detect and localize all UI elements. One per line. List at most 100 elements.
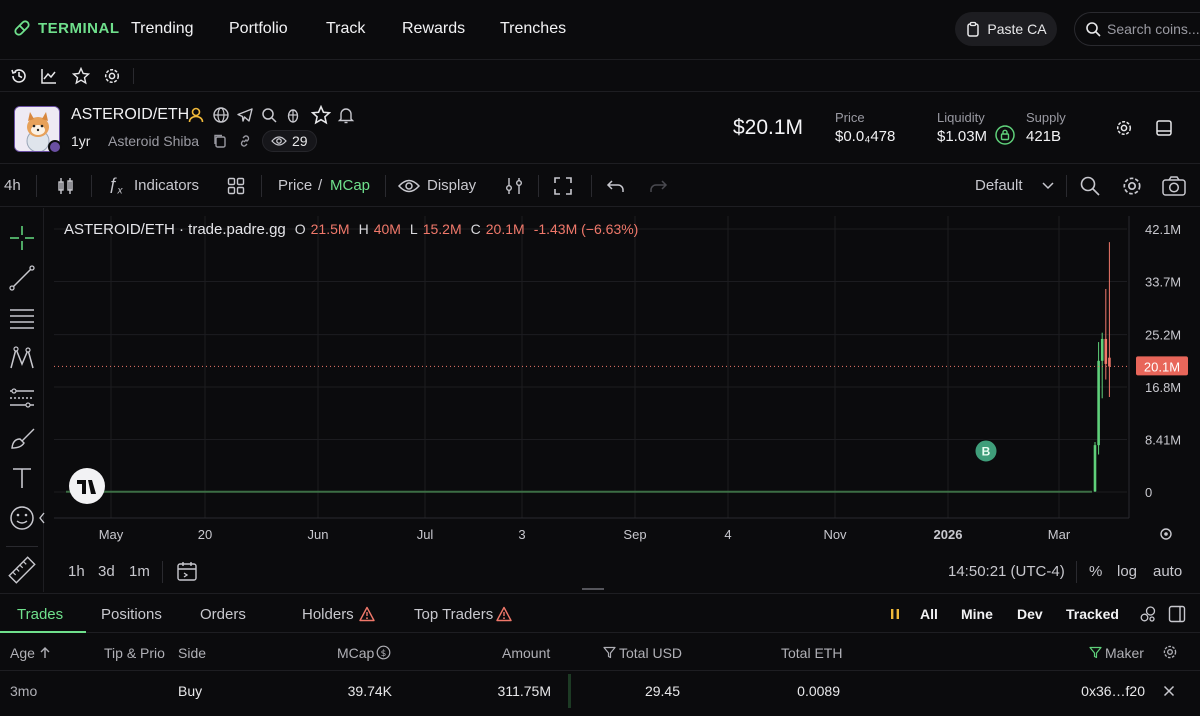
tab-top-traders[interactable]: Top Traders (414, 606, 493, 623)
bubbles-icon[interactable] (1139, 605, 1157, 623)
star-icon[interactable] (311, 105, 331, 125)
log-toggle[interactable]: log (1117, 563, 1137, 580)
paste-ca-button[interactable]: Paste CA (955, 12, 1057, 46)
tab-holders[interactable]: Holders (302, 606, 354, 623)
sidebar-toggle-icon[interactable] (1168, 605, 1186, 623)
trend-line-icon[interactable] (8, 264, 36, 292)
col-amount[interactable]: Amount (502, 645, 550, 661)
chain-badge-icon (48, 140, 62, 154)
filter-funnel-icon[interactable] (1089, 646, 1102, 659)
ruler-icon[interactable] (8, 556, 36, 584)
user-icon[interactable] (187, 106, 205, 124)
brush-icon[interactable] (8, 424, 36, 452)
gear-icon[interactable] (1162, 644, 1178, 660)
fullscreen-icon[interactable] (553, 176, 573, 196)
bug-icon[interactable] (284, 106, 302, 124)
display-button[interactable]: Display (427, 177, 476, 194)
nav-trenches[interactable]: Trenches (500, 20, 566, 38)
star-icon[interactable] (72, 67, 90, 85)
search-icon[interactable] (1079, 175, 1101, 197)
settings-icon[interactable] (1115, 119, 1133, 137)
close-icon[interactable] (1163, 685, 1175, 697)
resize-handle[interactable] (582, 588, 604, 590)
interval-selector[interactable]: 4h (4, 177, 21, 194)
indicators-button[interactable]: Indicators (134, 177, 199, 194)
mcap-toggle[interactable]: MCap (330, 177, 370, 194)
terminal-logo[interactable]: TERMINAL (12, 18, 120, 38)
globe-icon[interactable] (212, 106, 230, 124)
measure-lines-icon[interactable] (8, 384, 36, 412)
cell-age: 3mo (10, 683, 38, 699)
candles-icon[interactable] (56, 176, 76, 196)
range-3d[interactable]: 3d (98, 563, 115, 580)
search-input[interactable]: Search coins... (1074, 12, 1200, 46)
col-side[interactable]: Side (178, 645, 206, 661)
col-age[interactable]: Age (10, 645, 35, 661)
col-total-eth[interactable]: Total ETH (781, 645, 842, 661)
col-mcap[interactable]: MCap (337, 645, 374, 661)
filter-dev[interactable]: Dev (1017, 606, 1043, 622)
nav-rewards[interactable]: Rewards (402, 20, 465, 38)
filter-all[interactable]: All (920, 606, 938, 622)
calendar-range-icon[interactable] (176, 560, 198, 582)
chart-overlay: 20.1M B (54, 356, 1188, 540)
pause-icon[interactable] (888, 607, 902, 621)
history-icon[interactable] (10, 67, 28, 85)
col-tip-prio[interactable]: Tip & Prio (104, 645, 165, 661)
filter-funnel-icon[interactable] (603, 646, 616, 659)
watchers-badge[interactable]: 29 (262, 130, 317, 152)
nav-portfolio[interactable]: Portfolio (229, 20, 288, 38)
price-toggle[interactable]: Price (278, 177, 312, 194)
tab-trades[interactable]: Trades (17, 606, 63, 623)
emoji-icon[interactable] (8, 504, 36, 532)
sort-arrow-up-icon[interactable] (39, 646, 51, 659)
percent-toggle[interactable]: % (1089, 563, 1102, 580)
pattern-icon[interactable] (8, 344, 36, 372)
token-name: Asteroid Shiba (108, 133, 200, 149)
panel-toggle-icon[interactable] (1155, 119, 1173, 137)
copy-icon[interactable] (212, 133, 228, 149)
function-icon[interactable]: ƒx (108, 174, 122, 196)
cell-maker[interactable]: 0x36…f20 (1060, 683, 1145, 699)
range-1m[interactable]: 1m (129, 563, 150, 580)
camera-icon[interactable] (1161, 175, 1187, 197)
x-tick-label: Jun (308, 527, 329, 542)
sliders-icon[interactable] (504, 176, 524, 196)
tab-positions[interactable]: Positions (101, 606, 162, 623)
range-1h[interactable]: 1h (68, 563, 85, 580)
watchers-count: 29 (292, 133, 308, 149)
dollar-circle-icon[interactable]: $ (376, 645, 391, 660)
layout-selector[interactable]: Default (975, 177, 1023, 194)
liquidity-label: Liquidity (937, 110, 985, 125)
gear-icon[interactable] (1121, 175, 1143, 197)
redo-icon[interactable] (648, 177, 668, 195)
chart-line-icon[interactable] (40, 67, 58, 85)
nav-trending[interactable]: Trending (131, 20, 194, 38)
warning-icon (359, 606, 375, 622)
undo-icon[interactable] (606, 177, 626, 195)
layout-grid-icon[interactable] (227, 177, 245, 195)
horizontal-lines-icon[interactable] (8, 304, 36, 332)
eye-icon[interactable] (398, 178, 420, 194)
auto-toggle[interactable]: auto (1153, 563, 1182, 580)
telegram-icon[interactable] (236, 106, 254, 124)
filter-mine[interactable]: Mine (961, 606, 993, 622)
filter-tracked[interactable]: Tracked (1066, 606, 1119, 622)
table-row[interactable]: 3mo Buy 39.74K 311.75M 29.45 0.0089 0x36… (0, 672, 1200, 712)
cell-amount: 311.75M (497, 683, 551, 699)
price-chart[interactable]: May 20 Jun Jul 3 Sep 4 Nov 2026 Mar 42.1M 33.7M 25.… (44, 208, 1200, 592)
col-total-usd[interactable]: Total USD (619, 645, 682, 661)
col-maker[interactable]: Maker (1105, 645, 1144, 661)
link-icon[interactable] (237, 133, 253, 149)
divider (1066, 175, 1067, 197)
y-tick-label: 0 (1145, 485, 1152, 500)
chart-grid (54, 216, 1130, 519)
bell-plus-icon[interactable] (337, 106, 355, 124)
chevron-down-icon[interactable] (1042, 182, 1054, 190)
text-tool-icon[interactable] (8, 464, 36, 492)
tab-orders[interactable]: Orders (200, 606, 246, 623)
crosshair-icon[interactable] (8, 224, 36, 252)
gear-icon[interactable] (103, 67, 121, 85)
nav-track[interactable]: Track (326, 20, 365, 38)
search-icon[interactable] (260, 106, 278, 124)
